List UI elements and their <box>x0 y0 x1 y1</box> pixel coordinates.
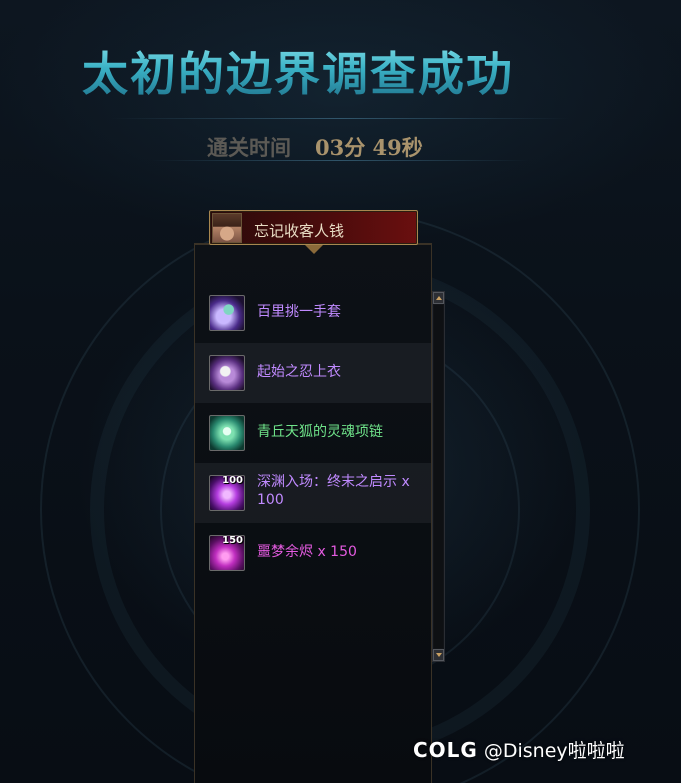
watermark: COLG @Disney啦啦啦 <box>413 736 625 763</box>
loot-item[interactable]: 起始之忍上衣 <box>195 343 431 403</box>
player-avatar <box>212 213 242 243</box>
gauntlet-icon <box>209 295 245 331</box>
result-title: 太初的边界调查成功 <box>82 38 514 104</box>
loot-item[interactable]: 百里挑一手套 <box>195 283 431 343</box>
scroll-track[interactable] <box>434 305 443 648</box>
player-name: 忘记收客人钱 <box>254 222 345 240</box>
clear-time: 通关时间 03分 49秒 <box>207 132 423 162</box>
loot-item-name: 青丘天狐的灵魂项链 <box>257 424 383 440</box>
result-screen: 太初的边界调查成功 通关时间 03分 49秒 忘记收客人钱 百里挑一手套 起始之忍… <box>0 0 681 783</box>
clear-time-value: 03分 49秒 <box>315 135 423 160</box>
loot-item-name: 百里挑一手套 <box>257 304 341 320</box>
colg-logo: COLG <box>413 738 478 762</box>
item-count: 150 <box>222 535 243 546</box>
necklace-icon <box>209 415 245 451</box>
item-count: 100 <box>222 475 243 486</box>
ember-icon: 150 <box>209 535 245 571</box>
loot-item-name: 起始之忍上衣 <box>257 364 341 380</box>
title-divider <box>110 118 570 119</box>
loot-item-name: 深渊入场：终末之启示 x 100 <box>257 474 410 508</box>
loot-item[interactable]: 150 噩梦余烬 x 150 <box>195 523 431 583</box>
scroll-down-icon[interactable] <box>433 649 444 661</box>
watermark-handle: @Disney啦啦啦 <box>483 740 625 762</box>
player-pointer-icon <box>305 245 323 254</box>
loot-scrollbar[interactable] <box>432 291 445 662</box>
shirt-icon <box>209 355 245 391</box>
loot-item[interactable]: 100 深渊入场：终末之启示 x 100 <box>195 463 431 523</box>
loot-item-name: 噩梦余烬 x 150 <box>257 544 357 560</box>
loot-item[interactable]: 青丘天狐的灵魂项链 <box>195 403 431 463</box>
clear-time-label: 通关时间 <box>207 135 291 160</box>
scroll-up-icon[interactable] <box>433 292 444 304</box>
player-tab[interactable]: 忘记收客人钱 <box>209 210 418 245</box>
orb-icon: 100 <box>209 475 245 511</box>
